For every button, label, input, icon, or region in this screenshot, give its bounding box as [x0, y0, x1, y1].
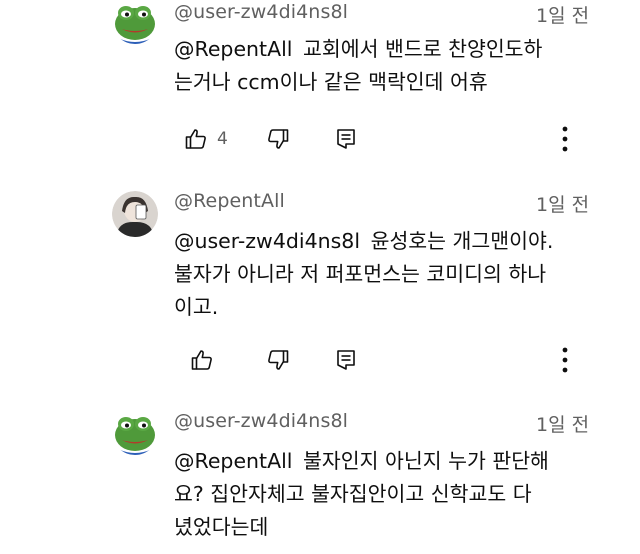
thumbs-down-icon: [268, 350, 289, 370]
comment-actions: 4: [184, 124, 584, 156]
comment-line: 는거나 ccm이나 같은 맥락인데 어휴: [174, 70, 488, 94]
avatar[interactable]: [112, 191, 158, 237]
comment-text-segment: 불자인지 아닌지 누가 판단해: [303, 449, 549, 473]
mention-link[interactable]: @user-zw4di4ns8l: [174, 229, 360, 253]
person-photo-avatar-icon: [112, 191, 158, 237]
comment-line: @RepentAll 불자인지 아닌지 누가 판단해: [174, 445, 614, 478]
reply-button[interactable]: [334, 124, 358, 154]
avatar[interactable]: [112, 0, 158, 44]
like-button[interactable]: 4: [184, 124, 228, 154]
comment-text-segment: 윤성호는 개그맨이야.: [370, 229, 554, 253]
comment-line: 불자가 아니라 저 퍼포먼스는 코미디의 하나: [174, 262, 547, 286]
thumbs-down-icon: [268, 129, 289, 149]
comment-time: 1일 전: [536, 194, 590, 216]
comment-actions: [184, 345, 584, 377]
comment-time: 1일 전: [536, 5, 590, 27]
comment-line: 요? 집안자체고 불자집안이고 신학교도 다: [174, 482, 532, 506]
avatar[interactable]: [112, 409, 158, 455]
comment-line: @RepentAll 교회에서 밴드로 찬양인도하: [174, 33, 614, 66]
comment-author[interactable]: @user-zw4di4ns8l: [174, 1, 348, 23]
more-options-button[interactable]: [560, 124, 570, 154]
pepe-frog-avatar-icon: [112, 0, 158, 44]
comment-time: 1일 전: [536, 414, 590, 436]
comment-feed: @user-zw4di4ns8l 1일 전 @RepentAll 교회에서 밴드…: [0, 0, 640, 554]
more-vertical-icon: [562, 347, 568, 373]
reply-button[interactable]: [334, 345, 358, 375]
comment-author[interactable]: @RepentAll: [174, 190, 285, 212]
comment-line: 녔었다는데: [174, 515, 269, 539]
comment-line: 이고.: [174, 295, 219, 319]
reply-comment-icon: [337, 129, 355, 149]
comment-text: @user-zw4di4ns8l 윤성호는 개그맨이야. 불자가 아니라 저 퍼…: [174, 225, 614, 324]
more-options-button[interactable]: [560, 345, 570, 375]
mention-link[interactable]: @RepentAll: [174, 449, 293, 473]
like-button[interactable]: [190, 345, 214, 375]
pepe-frog-avatar-icon: [112, 409, 158, 455]
comment-line: @user-zw4di4ns8l 윤성호는 개그맨이야.: [174, 225, 614, 258]
comment-item: @user-zw4di4ns8l 1일 전 @RepentAll 불자인지 아닌…: [0, 404, 640, 554]
comment-text: @RepentAll 교회에서 밴드로 찬양인도하 는거나 ccm이나 같은 맥…: [174, 33, 614, 99]
comment-author[interactable]: @user-zw4di4ns8l: [174, 410, 348, 432]
dislike-button[interactable]: [266, 124, 290, 154]
comment-item: @RepentAll 1일 전 @user-zw4di4ns8l 윤성호는 개그…: [0, 188, 640, 388]
comment-text-segment: 교회에서 밴드로 찬양인도하: [303, 37, 543, 61]
comment-text: @RepentAll 불자인지 아닌지 누가 판단해 요? 집안자체고 불자집안…: [174, 445, 614, 544]
mention-link[interactable]: @RepentAll: [174, 37, 293, 61]
dislike-button[interactable]: [266, 345, 290, 375]
comment-item: @user-zw4di4ns8l 1일 전 @RepentAll 교회에서 밴드…: [0, 0, 640, 170]
thumbs-up-icon: [185, 129, 206, 149]
more-vertical-icon: [562, 126, 568, 152]
thumbs-up-icon: [191, 350, 212, 370]
reply-comment-icon: [337, 350, 355, 370]
like-count: 4: [217, 129, 228, 149]
